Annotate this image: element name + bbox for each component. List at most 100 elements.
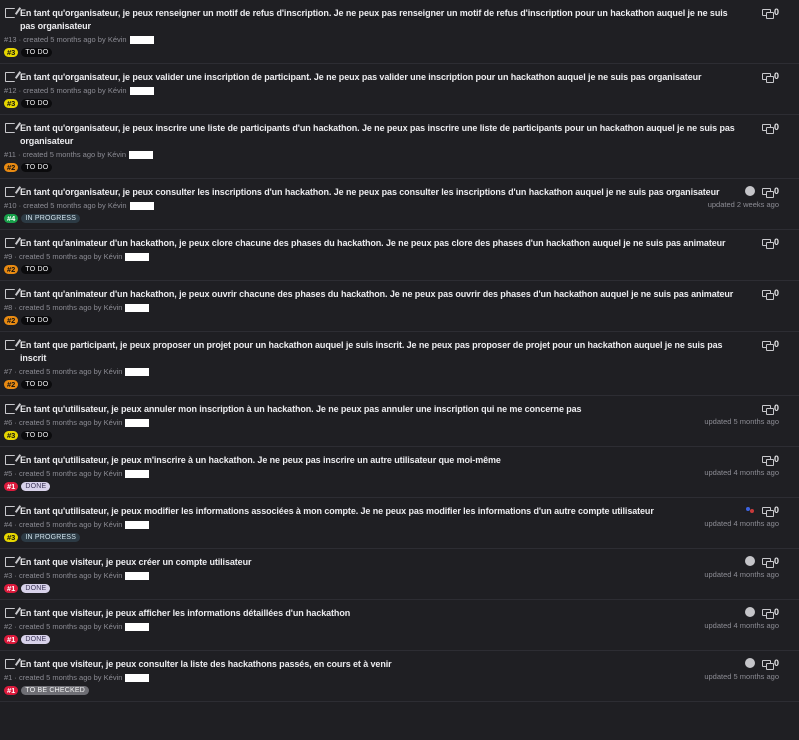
updated-time: updated 2 weeks ago	[707, 200, 779, 209]
issue-title-link[interactable]: En tant que participant, je peux propose…	[20, 339, 739, 365]
issue-row[interactable]: En tant qu'organisateur, je peux consult…	[0, 179, 799, 230]
priority-label[interactable]: #4	[4, 213, 19, 223]
redacted-username	[125, 469, 150, 478]
issue-title-link[interactable]: En tant qu'utilisateur, je peux annuler …	[20, 403, 582, 416]
issue-title-line: En tant qu'organisateur, je peux valider…	[4, 71, 739, 84]
assignee-avatar[interactable]	[744, 505, 755, 515]
issue-row[interactable]: En tant que visiteur, je peux créer un c…	[0, 549, 799, 600]
redacted-username	[125, 622, 150, 631]
issue-title-link[interactable]: En tant que visiteur, je peux créer un c…	[20, 556, 251, 569]
comments-icon	[761, 72, 774, 83]
status-label[interactable]: TO DO	[21, 430, 53, 440]
comment-count[interactable]: 0	[774, 71, 779, 81]
issue-open-icon	[5, 238, 15, 248]
comments-icon	[761, 8, 774, 19]
issue-row[interactable]: En tant qu'animateur d'un hackathon, je …	[0, 281, 799, 332]
issue-meta-text: #10 · created 5 months ago by Kévin	[4, 201, 127, 210]
comment-count[interactable]: 0	[774, 7, 779, 17]
assignee-avatar[interactable]	[744, 658, 755, 668]
issue-meta-text: #8 · created 5 months ago by Kévin	[4, 303, 123, 312]
priority-label[interactable]: #2	[4, 379, 19, 389]
status-label[interactable]: TO BE CHECKED	[21, 685, 89, 695]
updated-time: updated 4 months ago	[704, 621, 779, 630]
comment-count[interactable]: 0	[774, 607, 779, 617]
status-label[interactable]: IN PROGRESS	[21, 532, 81, 542]
comment-count[interactable]: 0	[774, 505, 779, 515]
priority-label[interactable]: #3	[4, 98, 19, 108]
status-label[interactable]: DONE	[21, 583, 51, 593]
comments-icon	[761, 123, 774, 134]
priority-label[interactable]: #1	[4, 685, 19, 695]
assignee-avatar[interactable]	[744, 186, 755, 196]
issue-title-link[interactable]: En tant qu'organisateur, je peux renseig…	[20, 7, 739, 33]
issue-row[interactable]: En tant qu'organisateur, je peux valider…	[0, 64, 799, 115]
redacted-username	[129, 201, 154, 210]
status-label[interactable]: TO DO	[21, 162, 53, 172]
comments-icon	[761, 557, 774, 568]
priority-label[interactable]: #2	[4, 264, 19, 274]
priority-label[interactable]: #3	[4, 532, 19, 542]
comment-count[interactable]: 0	[774, 122, 779, 132]
issue-title-link[interactable]: En tant que visiteur, je peux consulter …	[20, 658, 392, 671]
comment-count[interactable]: 0	[774, 556, 779, 566]
issue-labels: #3 TO DO	[4, 98, 739, 108]
comment-count[interactable]: 0	[774, 288, 779, 298]
updated-time: updated 5 months ago	[704, 672, 779, 681]
status-label[interactable]: DONE	[21, 481, 51, 491]
issue-title-link[interactable]: En tant qu'utilisateur, je peux modifier…	[20, 505, 654, 518]
status-label[interactable]: TO DO	[21, 264, 53, 274]
issue-labels: #2 TO DO	[4, 315, 739, 325]
issue-list: En tant qu'organisateur, je peux renseig…	[0, 0, 799, 702]
comments-icon	[761, 659, 774, 670]
priority-label[interactable]: #2	[4, 315, 19, 325]
issue-row[interactable]: En tant qu'utilisateur, je peux modifier…	[0, 498, 799, 549]
issue-open-icon	[5, 187, 15, 197]
comment-count[interactable]: 0	[774, 658, 779, 668]
issue-right-meta: 0	[744, 607, 779, 619]
redacted-username	[125, 367, 150, 376]
status-label[interactable]: TO DO	[21, 98, 53, 108]
updated-time: updated 4 months ago	[704, 468, 779, 477]
assignee-avatar[interactable]	[744, 556, 755, 566]
issue-title-link[interactable]: En tant qu'animateur d'un hackathon, je …	[20, 288, 733, 301]
comment-count[interactable]: 0	[774, 186, 779, 196]
priority-label[interactable]: #1	[4, 481, 19, 491]
status-label[interactable]: DONE	[21, 634, 51, 644]
issue-meta-text: #7 · created 5 months ago by Kévin	[4, 367, 123, 376]
priority-label[interactable]: #3	[4, 47, 19, 57]
issue-title-link[interactable]: En tant qu'animateur d'un hackathon, je …	[20, 237, 726, 250]
assignee-avatar[interactable]	[744, 607, 755, 617]
comments-icon	[761, 187, 774, 198]
issue-row[interactable]: En tant qu'organisateur, je peux inscrir…	[0, 115, 799, 179]
issue-labels: #1 DONE	[4, 583, 739, 593]
redacted-username	[125, 571, 150, 580]
issue-title-link[interactable]: En tant que visiteur, je peux afficher l…	[20, 607, 350, 620]
status-label[interactable]: TO DO	[21, 47, 53, 57]
comments-icon	[761, 455, 774, 466]
issue-right-meta: 0	[761, 339, 779, 351]
issue-title-link[interactable]: En tant qu'organisateur, je peux valider…	[20, 71, 702, 84]
comment-count[interactable]: 0	[774, 454, 779, 464]
comment-count[interactable]: 0	[774, 339, 779, 349]
issue-row[interactable]: En tant qu'utilisateur, je peux m'inscri…	[0, 447, 799, 498]
status-label[interactable]: IN PROGRESS	[21, 213, 81, 223]
issue-row[interactable]: En tant qu'organisateur, je peux renseig…	[0, 0, 799, 64]
issue-title-link[interactable]: En tant qu'organisateur, je peux inscrir…	[20, 122, 739, 148]
priority-label[interactable]: #2	[4, 162, 19, 172]
issue-labels: #3 TO DO	[4, 430, 739, 440]
comment-count[interactable]: 0	[774, 403, 779, 413]
priority-label[interactable]: #1	[4, 634, 19, 644]
priority-label[interactable]: #3	[4, 430, 19, 440]
issue-title-link[interactable]: En tant qu'utilisateur, je peux m'inscri…	[20, 454, 501, 467]
issue-row[interactable]: En tant que participant, je peux propose…	[0, 332, 799, 396]
issue-row[interactable]: En tant que visiteur, je peux afficher l…	[0, 600, 799, 651]
comment-count[interactable]: 0	[774, 237, 779, 247]
issue-title-line: En tant qu'organisateur, je peux renseig…	[4, 7, 739, 33]
status-label[interactable]: TO DO	[21, 379, 53, 389]
issue-title-link[interactable]: En tant qu'organisateur, je peux consult…	[20, 186, 719, 199]
issue-row[interactable]: En tant qu'utilisateur, je peux annuler …	[0, 396, 799, 447]
status-label[interactable]: TO DO	[21, 315, 53, 325]
issue-row[interactable]: En tant que visiteur, je peux consulter …	[0, 651, 799, 702]
priority-label[interactable]: #1	[4, 583, 19, 593]
issue-row[interactable]: En tant qu'animateur d'un hackathon, je …	[0, 230, 799, 281]
